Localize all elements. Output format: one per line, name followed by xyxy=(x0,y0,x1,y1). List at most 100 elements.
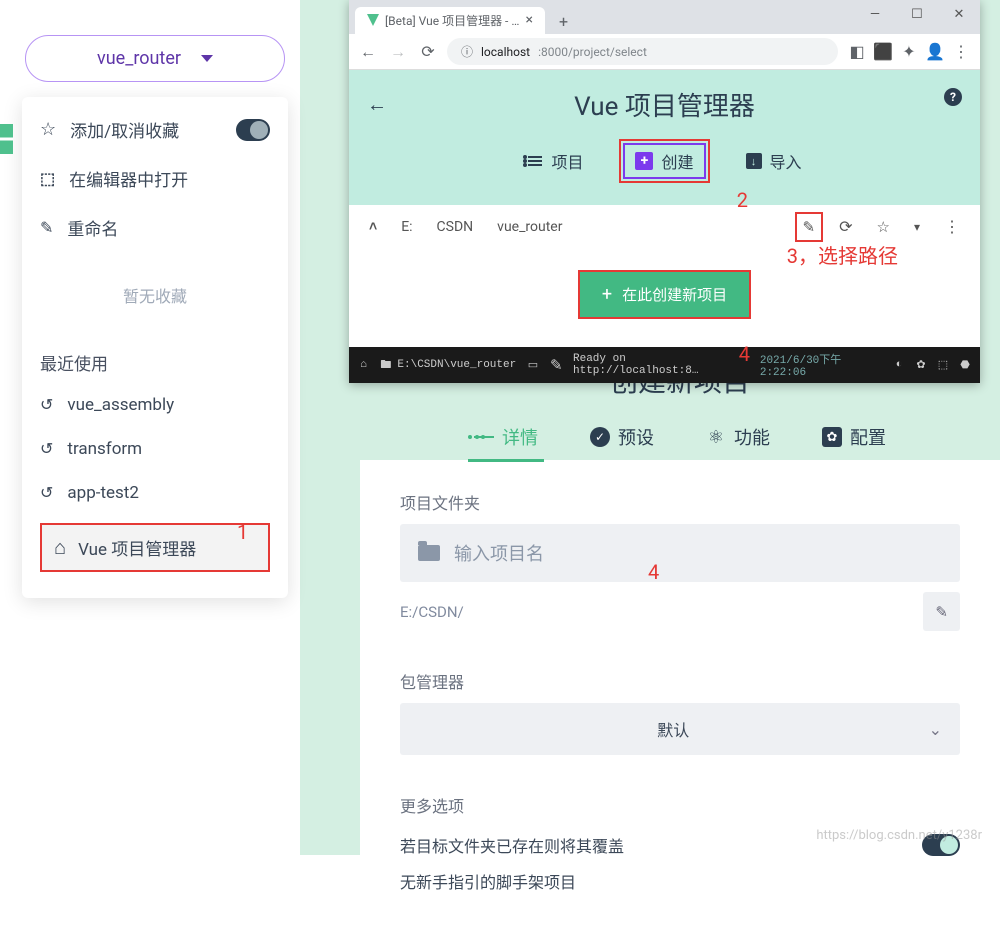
header-tab-create[interactable]: + 创建 xyxy=(619,139,709,183)
back-arrow-icon[interactable]: ← xyxy=(367,92,387,117)
tab-detail[interactable]: 详情 xyxy=(468,414,544,460)
menu-toggle-favorite[interactable]: 添加/取消收藏 xyxy=(22,105,288,154)
chevron-down-icon xyxy=(201,55,213,62)
header-tab-import-label: 导入 xyxy=(770,149,802,173)
menu-rename[interactable]: 重命名 xyxy=(22,203,288,252)
help-icon[interactable]: ? xyxy=(944,88,962,106)
path-favorite-dropdown[interactable] xyxy=(904,214,930,240)
ext-icon[interactable]: ◧ xyxy=(846,41,868,63)
ext-icon[interactable]: ⬛ xyxy=(872,41,894,63)
project-name-input[interactable]: 输入项目名 xyxy=(400,524,960,582)
nav-forward-icon[interactable]: → xyxy=(387,41,409,63)
option-no-scaffold-label: 无新手指引的脚手架项目 xyxy=(400,869,960,893)
close-tab-icon[interactable]: × xyxy=(526,12,533,28)
recent-item[interactable]: vue_assembly xyxy=(22,383,288,427)
page-header: ← ? Vue 项目管理器 项目 + 创建 ↓ 导入 xyxy=(349,70,980,205)
status-path[interactable]: 🖿 E:\CSDN\vue_router xyxy=(380,356,516,375)
header-tabs: 项目 + 创建 ↓ 导入 xyxy=(349,139,980,195)
check-circle-icon: ✓ xyxy=(590,427,610,447)
import-icon: ↓ xyxy=(746,153,762,169)
status-timestamp: 2021/6/30下午2:22:06 xyxy=(760,351,882,379)
nav-back-icon[interactable]: ← xyxy=(357,41,379,63)
path-up-button[interactable] xyxy=(359,212,387,241)
project-selector-name: vue_router xyxy=(97,48,181,69)
recent-item[interactable]: app-test2 xyxy=(22,471,288,515)
path-display: E:/CSDN/ xyxy=(400,603,913,621)
package-manager-select[interactable]: 默认 ⌄ xyxy=(400,703,960,755)
tab-preset[interactable]: ✓ 预设 xyxy=(584,414,660,460)
extensions-icon[interactable]: ✦ xyxy=(898,41,920,63)
star-icon xyxy=(40,119,56,140)
annotation-4: 4 xyxy=(739,342,750,366)
list-icon xyxy=(527,153,543,169)
annotation-2: 2 xyxy=(737,188,748,212)
menu-rename-label: 重命名 xyxy=(67,215,270,240)
url-path: :8000/project/select xyxy=(538,45,647,59)
header-tab-project[interactable]: 项目 xyxy=(513,139,597,183)
status-bar: ⌂ 🖿 E:\CSDN\vue_router ▭ Ready on http:/… xyxy=(349,347,980,383)
header-tab-import[interactable]: ↓ 导入 xyxy=(732,139,816,183)
project-selector[interactable]: vue_router xyxy=(25,35,285,82)
tab-feature[interactable]: ⚛ 功能 xyxy=(700,414,776,460)
path-favorite-button[interactable] xyxy=(867,212,900,242)
history-icon xyxy=(40,483,53,503)
address-bar: ← → ⟳ ⓘ localhost:8000/project/select ◧ … xyxy=(349,34,980,70)
watermark: https://blog.csdn.net/y1238r xyxy=(816,828,982,843)
menu-open-in-editor[interactable]: 在编辑器中打开 xyxy=(22,154,288,203)
header-tab-create-label: 创建 xyxy=(661,149,693,173)
path-edit-button[interactable] xyxy=(795,212,824,242)
contrast-icon[interactable]: ◐ xyxy=(892,358,906,372)
path-current-folder[interactable]: vue_router xyxy=(487,213,790,241)
path-refresh-button[interactable] xyxy=(829,211,862,242)
recent-item[interactable]: transform xyxy=(22,427,288,471)
tab-config-label: 配置 xyxy=(850,424,886,450)
translate-icon[interactable]: ⬚ xyxy=(936,358,950,372)
gear-icon[interactable]: ✿ xyxy=(914,358,928,372)
annotation-1: 1 xyxy=(237,520,248,544)
window-minimize[interactable]: — xyxy=(854,0,896,28)
home-icon[interactable]: ⌂ xyxy=(357,358,370,372)
tab-config[interactable]: ✿ 配置 xyxy=(816,414,892,460)
menu-favorite-label: 添加/取消收藏 xyxy=(70,117,222,142)
recent-section-title: 最近使用 xyxy=(22,338,288,383)
history-icon xyxy=(40,439,53,459)
tab-feature-label: 功能 xyxy=(734,424,770,450)
site-info-icon[interactable]: ⓘ xyxy=(461,43,473,60)
new-tab-button[interactable]: + xyxy=(553,10,574,33)
nav-reload-icon[interactable]: ⟳ xyxy=(417,41,439,63)
menu-icon[interactable]: ⋮ xyxy=(950,41,972,63)
vue-project-manager-home[interactable]: Vue 项目管理器 xyxy=(40,523,270,572)
favorite-toggle[interactable] xyxy=(236,119,270,141)
side-marker xyxy=(0,124,13,154)
url-field[interactable]: ⓘ localhost:8000/project/select xyxy=(447,38,838,65)
status-path-text: E:\CSDN\vue_router xyxy=(397,359,516,371)
create-here-button[interactable]: + 在此创建新项目 xyxy=(578,270,751,319)
window-close[interactable]: ✕ xyxy=(938,0,980,28)
recent-item-label: app-test2 xyxy=(67,483,270,503)
path-segment-csdn[interactable]: CSDN xyxy=(427,213,484,241)
profile-icon[interactable]: 👤 xyxy=(924,41,946,63)
recent-item-label: vue_assembly xyxy=(67,395,270,415)
empty-favorites-text: 暂无收藏 xyxy=(22,265,288,325)
pencil-icon[interactable] xyxy=(550,358,563,372)
create-here-label: 在此创建新项目 xyxy=(622,284,727,305)
page-content: ← ? Vue 项目管理器 项目 + 创建 ↓ 导入 2 3，选择路径 xyxy=(349,70,980,383)
menu-open-editor-label: 在编辑器中打开 xyxy=(69,166,270,191)
form-body: 项目文件夹 输入项目名 E:/CSDN/ 包管理器 默认 ⌄ 更多选项 xyxy=(360,460,1000,929)
path-more-button[interactable] xyxy=(934,211,970,242)
terminal-icon[interactable]: ▭ xyxy=(526,358,539,372)
bug-icon[interactable]: ⬣ xyxy=(958,358,972,372)
home-label: Vue 项目管理器 xyxy=(78,535,196,560)
recent-item-label: transform xyxy=(67,439,270,459)
option-no-scaffold-row: 无新手指引的脚手架项目 xyxy=(400,863,960,899)
divider xyxy=(22,258,288,259)
browser-window: [Beta] Vue 项目管理器 - Vue CL × + — ☐ ✕ ← → … xyxy=(349,0,980,383)
window-maximize[interactable]: ☐ xyxy=(896,0,938,28)
path-segment-drive[interactable]: E: xyxy=(391,213,422,241)
browser-tab[interactable]: [Beta] Vue 项目管理器 - Vue CL × xyxy=(355,7,545,34)
plus-icon: + xyxy=(635,152,653,170)
edit-path-button[interactable] xyxy=(923,592,960,631)
list-icon xyxy=(474,427,494,447)
tab-preset-label: 预设 xyxy=(618,424,654,450)
folder-field-label: 项目文件夹 xyxy=(400,490,960,514)
